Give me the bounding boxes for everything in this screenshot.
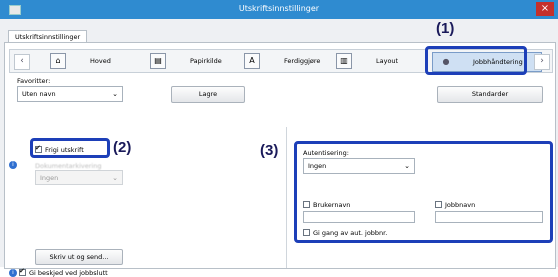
- nav-right-arrow-icon[interactable]: ›: [534, 54, 550, 70]
- info-icon: i: [9, 161, 17, 169]
- tab-paper-source[interactable]: ▤ Papirkilde: [150, 52, 222, 70]
- chevron-down-icon: ⌄: [112, 174, 118, 182]
- title-bar: Utskriftsinnstillinger ×: [0, 0, 558, 19]
- home-icon: ⌂: [50, 53, 66, 69]
- callout-3-highlight: [294, 141, 553, 243]
- chevron-down-icon: ⌄: [112, 90, 118, 98]
- layout-icon: ▥: [336, 53, 352, 69]
- callout-2-highlight: [30, 138, 110, 158]
- notify-label: Gi beskjed ved jobbslutt: [29, 269, 108, 277]
- save-button[interactable]: Lagre: [171, 86, 245, 103]
- paper-tray-icon: ▤: [150, 53, 166, 69]
- nav-left-arrow-icon[interactable]: ‹: [14, 54, 30, 70]
- favorites-select[interactable]: Uten navn ⌄: [17, 86, 123, 102]
- notify-checkbox[interactable]: [19, 267, 26, 276]
- close-button[interactable]: ×: [536, 2, 554, 16]
- finishing-icon: A: [244, 53, 260, 69]
- settings-panel: ‹ ⌂ Hoved ▤ Papirkilde A Ferdiggjøre ▥ L…: [4, 42, 556, 277]
- favorites-value: Uten navn: [22, 90, 56, 98]
- tab-finishing-label: Ferdiggjøre: [284, 57, 321, 65]
- tab-layout-label: Layout: [376, 57, 399, 65]
- tab-finishing[interactable]: A Ferdiggjøre: [244, 52, 320, 70]
- filing-value: Ingen: [40, 174, 59, 182]
- callout-3: (3): [260, 142, 279, 159]
- info-icon: i: [9, 269, 17, 277]
- window-title: Utskriftsinnstillinger: [238, 4, 320, 13]
- filing-select[interactable]: Ingen ⌄: [35, 170, 123, 185]
- print-and-send-button[interactable]: Skriv ut og send...: [35, 249, 123, 265]
- tab-paper-source-label: Papirkilde: [190, 57, 222, 65]
- dialog-client: Utskriftsinnstillinger ‹ ⌂ Hoved ▤ Papir…: [0, 19, 558, 277]
- callout-1-highlight: [425, 46, 527, 75]
- favorites-label: Favoritter:: [17, 77, 51, 85]
- tab-main-label: Hoved: [90, 57, 111, 65]
- column-divider: [286, 127, 287, 268]
- document-filing-label: Dokumentarkivering: [35, 162, 102, 170]
- tab-main[interactable]: ⌂ Hoved: [50, 52, 111, 70]
- tab-layout[interactable]: ▥ Layout: [336, 52, 398, 70]
- callout-1: (1): [436, 20, 455, 37]
- callout-2: (2): [113, 139, 132, 156]
- defaults-button[interactable]: Standarder: [437, 86, 543, 103]
